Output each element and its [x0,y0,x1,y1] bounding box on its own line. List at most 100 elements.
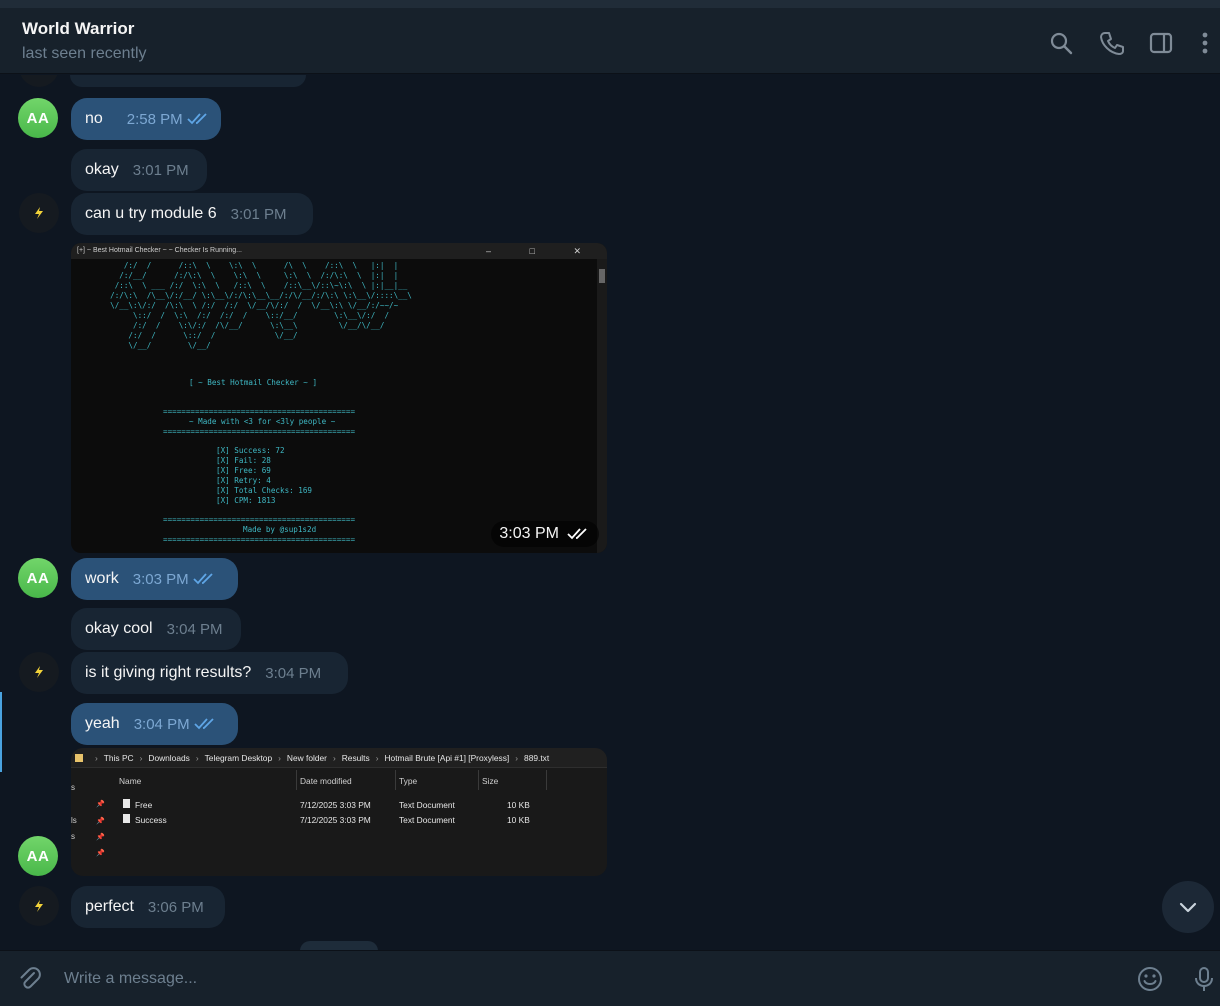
text-file-icon [123,799,130,808]
window-edge-accent [0,692,2,772]
column-divider [395,770,396,790]
avatar-initials: AA [26,109,50,127]
path-segment: This PC [103,752,134,763]
path-segment: New folder [286,752,327,763]
message-list[interactable]: AA no 2:58 PM okay 3:01 PM can u try mod… [0,75,1220,950]
partial-message [70,75,306,87]
message-text: yeah [85,715,120,732]
photo-message-console[interactable]: [+] ~ Best Hotmail Checker ~ ~ Checker I… [71,243,607,553]
double-check-icon [187,112,211,126]
message-time: 3:04 PM [133,715,190,733]
message-bubble[interactable]: can u try module 6 3:01 PM [71,193,313,235]
message-bubble[interactable]: no 2:58 PM [71,98,221,140]
text-file-icon [123,814,130,823]
more-vertical-icon[interactable] [1192,30,1218,56]
message-text: no [85,110,103,127]
chevron-right-icon: › [515,752,519,763]
message-time: 3:06 PM [147,898,204,916]
separator-line: ========================================… [163,535,356,544]
stat-line: [X] CPM: 1813 [216,496,276,505]
nav-pane-fragment: ls [71,816,77,825]
nav-pane-fragment: s [71,832,75,841]
scroll-to-bottom-button[interactable] [1162,881,1214,933]
lightning-icon [35,207,43,219]
separator-line: ========================================… [163,427,356,436]
phone-icon[interactable] [1099,30,1125,56]
separator-line: ========================================… [163,515,356,524]
message-composer[interactable] [0,950,1220,1006]
stat-line: [X] Success: 72 [216,446,285,455]
chevron-right-icon: › [195,752,199,763]
double-check-icon [567,527,591,541]
chat-title[interactable]: World Warrior [22,19,134,39]
search-icon[interactable] [1048,30,1074,56]
own-avatar[interactable]: AA [18,558,58,598]
made-by-line: Made by @sup1s2d [243,525,317,534]
message-time: 3:04 PM [166,620,223,638]
stat-line: [X] Retry: 4 [216,476,271,485]
message-text: is it giving right results? [85,664,252,681]
message-bubble[interactable]: okay cool 3:04 PM [71,608,241,650]
paperclip-icon[interactable] [16,965,44,993]
message-input[interactable] [64,965,1104,993]
column-header-date: Date modified [300,776,352,786]
message-text: okay [85,161,119,178]
console-window-title: [+] ~ Best Hotmail Checker ~ ~ Checker I… [77,247,242,254]
own-avatar[interactable]: AA [18,98,58,138]
message-time: 3:01 PM [132,161,189,179]
file-name: Free [135,800,153,810]
chat-status: last seen recently [22,45,147,62]
own-avatar[interactable]: AA [18,836,58,876]
avatar-initials: AA [26,569,50,587]
lightning-icon [35,900,43,912]
chevron-right-icon: › [139,752,143,763]
contact-avatar[interactable] [19,652,59,692]
microphone-icon[interactable] [1190,965,1218,993]
message-time: 3:01 PM [230,205,287,223]
path-segment: Hotmail Brute [Api #1] [Proxyless] [384,752,510,763]
pin-icon: 📌 [96,850,105,857]
stat-line: [X] Fail: 28 [216,456,271,465]
message-text: perfect [85,898,134,915]
chevron-right-icon: › [95,752,98,763]
message-text: work [85,570,119,587]
file-date: 7/12/2025 3:03 PM [300,815,371,825]
console-scrollbar [597,259,607,553]
photo-message-explorer[interactable]: › This PC › Downloads › Telegram Desktop… [71,748,607,876]
sidebar-toggle-icon[interactable] [1148,30,1174,56]
path-segment: Downloads [148,752,190,763]
contact-avatar[interactable] [19,886,59,926]
contact-avatar[interactable] [19,75,59,87]
file-size: 10 KB [507,800,530,810]
emoji-icon[interactable] [1136,965,1164,993]
console-scrollbar-thumb [599,269,605,283]
chevron-right-icon: › [375,752,379,763]
message-bubble[interactable]: perfect 3:06 PM [71,886,225,928]
file-size: 10 KB [507,815,530,825]
nav-pane-fragment: s [71,783,75,792]
message-text: okay cool [85,620,153,637]
message-bubble[interactable]: yeah 3:04 PM [71,703,238,745]
message-time: 2:58 PM [126,110,183,128]
file-date: 7/12/2025 3:03 PM [300,800,371,810]
message-bubble[interactable]: is it giving right results? 3:04 PM [71,652,348,694]
column-header-type: Type [399,776,418,786]
lightning-icon [35,666,43,678]
contact-avatar[interactable] [19,193,59,233]
path-segment: 889.txt [524,752,550,763]
column-header-name: Name [119,776,142,786]
photo-time-badge: 3:03 PM [491,521,599,547]
pin-icon: 📌 [96,801,105,808]
column-header-size: Size [482,776,499,786]
stat-line: [X] Free: 69 [216,466,271,475]
file-name: Success [135,815,167,825]
message-bubble[interactable]: okay 3:01 PM [71,149,207,191]
window-controls-icon: – □ ✕ [486,246,599,256]
ascii-art: /:/ / /::\ \ \:\ \ /\ \ /::\ \ |:| | /:/… [110,261,412,350]
folder-icon [75,753,83,762]
path-segment: Results [341,752,370,763]
console-titlebar: [+] ~ Best Hotmail Checker ~ ~ Checker I… [71,243,607,259]
message-bubble[interactable]: work 3:03 PM [71,558,238,600]
column-divider [546,770,547,790]
chat-header[interactable]: World Warrior last seen recently [0,8,1220,74]
